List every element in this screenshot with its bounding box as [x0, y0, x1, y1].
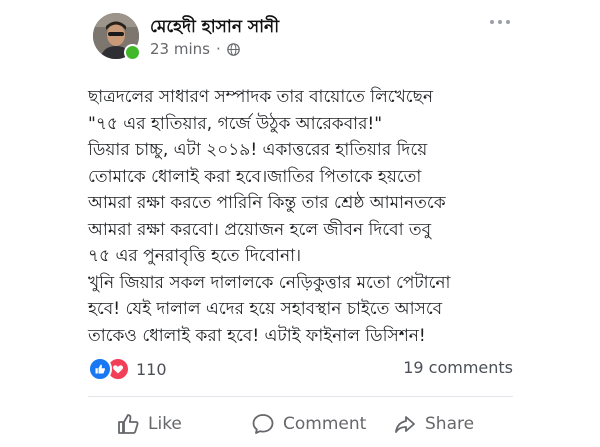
action-bar: Like Comment Share [88, 405, 513, 447]
post-line: খুনি জিয়ার সকল দালালকে নেড়িকুত্তার মতো… [88, 272, 451, 293]
globe-icon [226, 42, 240, 56]
post-line: আমরা রক্ষা করবো। প্রয়োজন হলে জীবন দিবো … [88, 219, 432, 240]
post-meta: 23 mins · [150, 40, 240, 58]
post-header: মেহেদী হাসান সানী 23 mins · [0, 0, 600, 70]
post-text: ছাত্রদলের সাধারণ সম্পাদক তার বায়োতে লিখ… [88, 84, 558, 349]
post-line: তাকেও ধোলাই করা হবে! এটাই ফাইনাল ডিসিশন! [88, 325, 426, 346]
like-label: Like [148, 414, 182, 434]
comments-count[interactable]: 19 comments [403, 358, 513, 377]
post-line: আমরা রক্ষা করতে পারিনি কিন্তু তার শ্রেষ্… [88, 193, 446, 213]
comment-button[interactable]: Comment [251, 409, 366, 439]
comment-label: Comment [283, 414, 367, 434]
divider [88, 396, 513, 397]
post-line: হবে! যেই দালাল এদের হয়ে সহাবস্থান চাইতে… [88, 299, 443, 319]
post-line: ডিয়ার চাচ্চু, এটা ২০১৯! একাত্তরের হাতিয… [88, 140, 428, 160]
online-status-icon [124, 44, 141, 61]
share-label: Share [425, 414, 475, 434]
reaction-count: 110 [136, 359, 167, 379]
post-line: তোমাকে ধোলাই করা হবে।জাতির পিতাকে হয়তো [88, 166, 422, 187]
post-stats: 110 19 comments [88, 357, 513, 381]
more-options-icon[interactable] [486, 10, 514, 34]
post-line: ৭৫ এর পুনরাবৃত্তি হতে দিবোনা। [88, 246, 302, 266]
thumbs-up-icon [88, 357, 112, 381]
like-icon [118, 414, 139, 434]
share-button[interactable]: Share [393, 409, 474, 439]
meta-separator: · [215, 40, 221, 58]
share-icon [395, 416, 415, 433]
post-line: "৭৫ এর হাতিয়ার, গর্জে উঠুক আরেকবার!" [88, 113, 383, 134]
reactions-summary[interactable]: 110 [88, 357, 167, 381]
post-author[interactable]: মেহেদী হাসান সানী [150, 14, 279, 42]
like-button[interactable]: Like [116, 409, 182, 439]
comment-icon [252, 414, 274, 434]
post-time[interactable]: 23 mins [150, 40, 210, 58]
post-line: ছাত্রদলের সাধারণ সম্পাদক তার বায়োতে লিখ… [88, 87, 434, 107]
